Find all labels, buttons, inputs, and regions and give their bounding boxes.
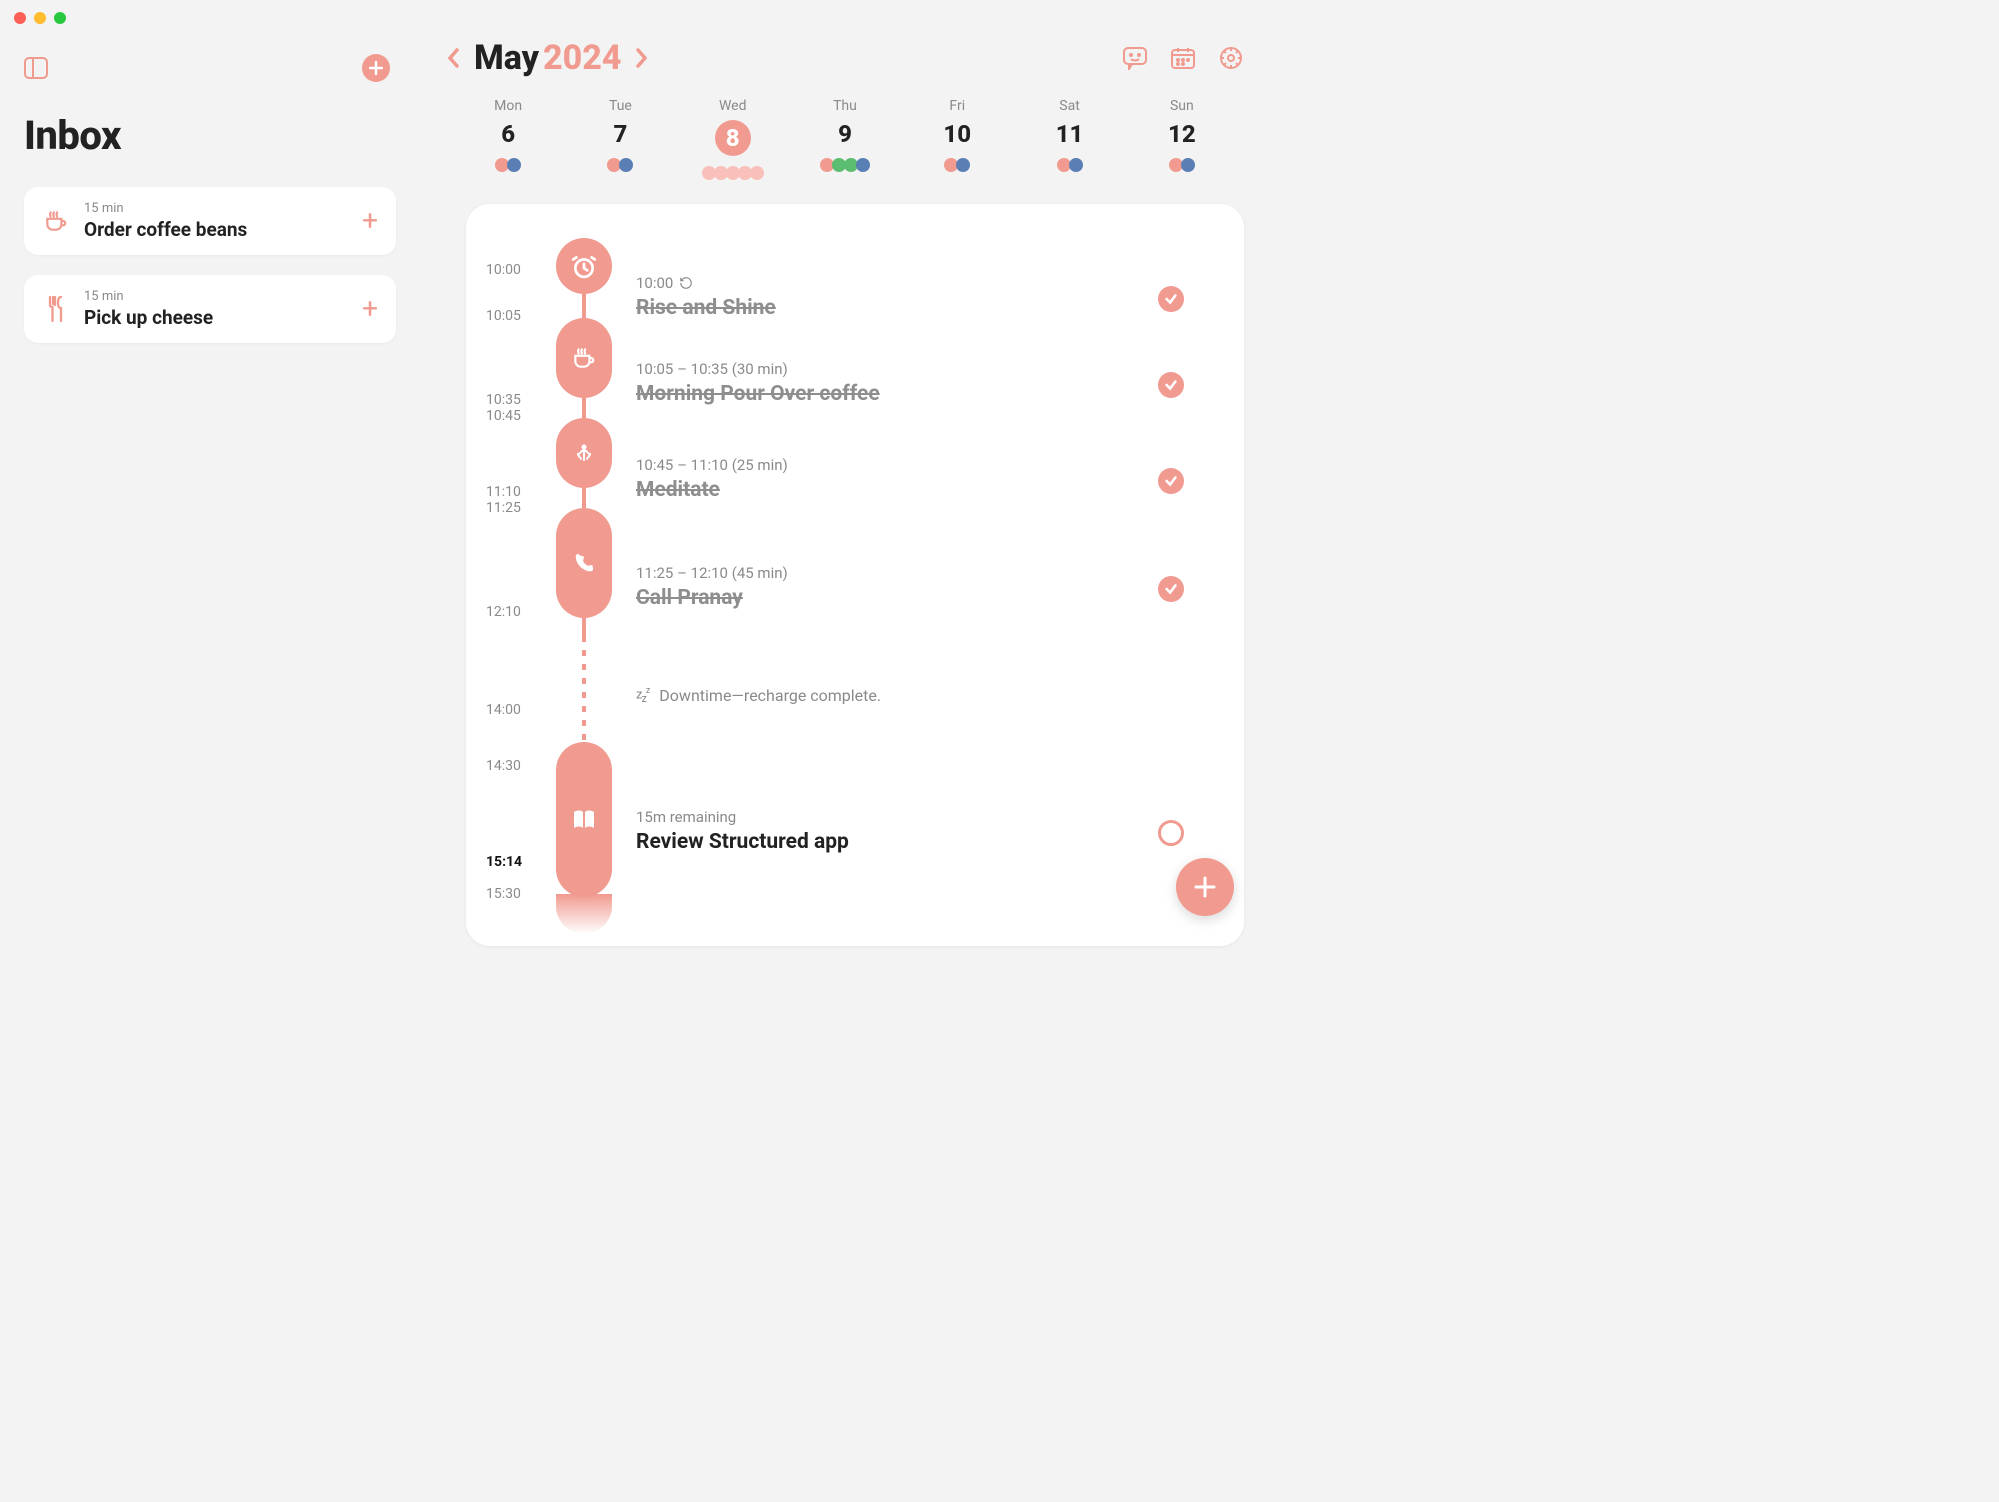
inbox-item-duration: 15 min xyxy=(84,201,348,216)
time-label: 15:14 xyxy=(486,854,522,870)
month-label: May xyxy=(474,38,539,78)
add-event-fab[interactable] xyxy=(1176,858,1234,916)
complete-toggle[interactable] xyxy=(1158,468,1184,494)
timeline-event[interactable]: 11:25 – 12:10 (45 min) Call Pranay xyxy=(636,564,1184,610)
feedback-icon[interactable] xyxy=(1122,46,1148,70)
inbox-item-duration: 15 min xyxy=(84,289,348,304)
timeline-event[interactable]: 10:05 – 10:35 (30 min) Morning Pour Over… xyxy=(636,360,1184,406)
event-pill[interactable] xyxy=(556,238,612,294)
complete-toggle[interactable] xyxy=(1158,576,1184,602)
event-title: Review Structured app xyxy=(636,830,1184,854)
day-cell[interactable]: Thu 9 xyxy=(789,98,901,180)
time-label: 14:00 xyxy=(486,702,521,718)
event-pill[interactable] xyxy=(556,508,612,618)
complete-toggle[interactable] xyxy=(1158,820,1184,846)
day-cell[interactable]: Mon 6 xyxy=(452,98,564,180)
time-label: 12:10 xyxy=(486,604,521,620)
plus-icon[interactable]: + xyxy=(362,207,378,235)
calendar-icon[interactable] xyxy=(1170,46,1196,70)
year-label: 2024 xyxy=(543,38,621,78)
event-title: Morning Pour Over coffee xyxy=(636,382,1184,406)
day-of-week: Tue xyxy=(564,98,676,114)
activity-dot xyxy=(750,166,764,180)
day-of-week: Wed xyxy=(677,98,789,114)
day-of-week: Sun xyxy=(1126,98,1238,114)
sidebar: Inbox 15 min Order coffee beans + 15 min… xyxy=(0,0,420,952)
day-cell[interactable]: Sun 12 xyxy=(1126,98,1238,180)
activity-dot xyxy=(956,158,970,172)
time-gutter: 10:00 10:05 10:3510:45 11:1011:25 12:10 14:00… xyxy=(486,204,546,946)
activity-dot xyxy=(1181,158,1195,172)
event-pill[interactable] xyxy=(556,418,612,488)
utensils-icon xyxy=(42,295,70,323)
event-title: Call Pranay xyxy=(636,586,1184,610)
event-title: Meditate xyxy=(636,478,1184,502)
inbox-item-title: Order coffee beans xyxy=(84,218,348,241)
day-number: 6 xyxy=(452,120,564,148)
day-of-week: Thu xyxy=(789,98,901,114)
timeline-event[interactable]: 10:00 Rise and Shine xyxy=(636,274,1184,320)
time-label: 11:10 xyxy=(486,484,521,500)
time-label: 10:45 xyxy=(486,408,521,424)
date-navigation: May 2024 xyxy=(446,38,649,78)
complete-toggle[interactable] xyxy=(1158,286,1184,312)
day-number: 10 xyxy=(901,120,1013,148)
event-title: Rise and Shine xyxy=(636,296,1184,320)
day-number: 12 xyxy=(1126,120,1238,148)
day-of-week: Sat xyxy=(1013,98,1125,114)
day-number: 9 xyxy=(789,120,901,148)
time-label: 15:30 xyxy=(486,886,521,902)
timeline-card: 10:00 10:05 10:3510:45 11:1011:25 12:10 14:00… xyxy=(466,204,1244,946)
downtime-message: zzzDowntime—recharge complete. xyxy=(636,686,881,705)
timeline-event[interactable]: 15m remaining Review Structured app xyxy=(636,808,1184,854)
main-panel: May 2024 Mon 6 Tue 7 Wed 8 Thu 9 Fri xyxy=(420,0,1270,952)
event-meta: 10:05 – 10:35 (30 min) xyxy=(636,360,1184,378)
day-cell[interactable]: Wed 8 xyxy=(677,98,789,180)
timeline-event[interactable]: 10:45 – 11:10 (25 min) Meditate xyxy=(636,456,1184,502)
day-of-week: Fri xyxy=(901,98,1013,114)
event-meta: 10:45 – 11:10 (25 min) xyxy=(636,456,1184,474)
time-label: 10:05 xyxy=(486,308,521,324)
day-cell[interactable]: Sat 11 xyxy=(1013,98,1125,180)
event-meta: 11:25 – 12:10 (45 min) xyxy=(636,564,1184,582)
event-column: 10:00 Rise and Shine 10:05 – 10:35 (30 m… xyxy=(636,238,1224,946)
inbox-item[interactable]: 15 min Pick up cheese + xyxy=(24,275,396,343)
settings-icon[interactable] xyxy=(1218,45,1244,71)
plus-icon[interactable]: + xyxy=(362,295,378,323)
day-cell[interactable]: Tue 7 xyxy=(564,98,676,180)
add-inbox-task-button[interactable] xyxy=(362,54,390,82)
pill-column xyxy=(556,238,612,946)
day-number: 11 xyxy=(1013,120,1125,148)
event-pill-current[interactable] xyxy=(556,742,612,897)
inbox-item-title: Pick up cheese xyxy=(84,306,348,329)
activity-dot xyxy=(856,158,870,172)
event-meta: 15m remaining xyxy=(636,808,1184,826)
activity-dot xyxy=(507,158,521,172)
day-cell[interactable]: Fri 10 xyxy=(901,98,1013,180)
time-label: 14:30 xyxy=(486,758,521,774)
time-label: 10:35 xyxy=(486,392,521,408)
sleep-icon: zzz xyxy=(636,686,649,705)
now-indicator xyxy=(556,894,612,934)
time-label: 11:25 xyxy=(486,500,521,516)
coffee-icon xyxy=(42,208,70,234)
day-number: 8 xyxy=(715,120,751,156)
inbox-title: Inbox xyxy=(24,112,396,159)
activity-dot xyxy=(1069,158,1083,172)
time-label: 10:00 xyxy=(486,262,521,278)
next-week-button[interactable] xyxy=(635,47,649,69)
sidebar-toggle-icon[interactable] xyxy=(24,57,48,79)
inbox-item[interactable]: 15 min Order coffee beans + xyxy=(24,187,396,255)
activity-dot xyxy=(619,158,633,172)
prev-week-button[interactable] xyxy=(446,47,460,69)
day-number: 7 xyxy=(564,120,676,148)
event-pill[interactable] xyxy=(556,318,612,398)
complete-toggle[interactable] xyxy=(1158,372,1184,398)
day-of-week: Mon xyxy=(452,98,564,114)
week-strip: Mon 6 Tue 7 Wed 8 Thu 9 Fri 10 Sat 11 Su… xyxy=(446,98,1244,204)
event-meta: 10:00 xyxy=(636,274,1184,292)
